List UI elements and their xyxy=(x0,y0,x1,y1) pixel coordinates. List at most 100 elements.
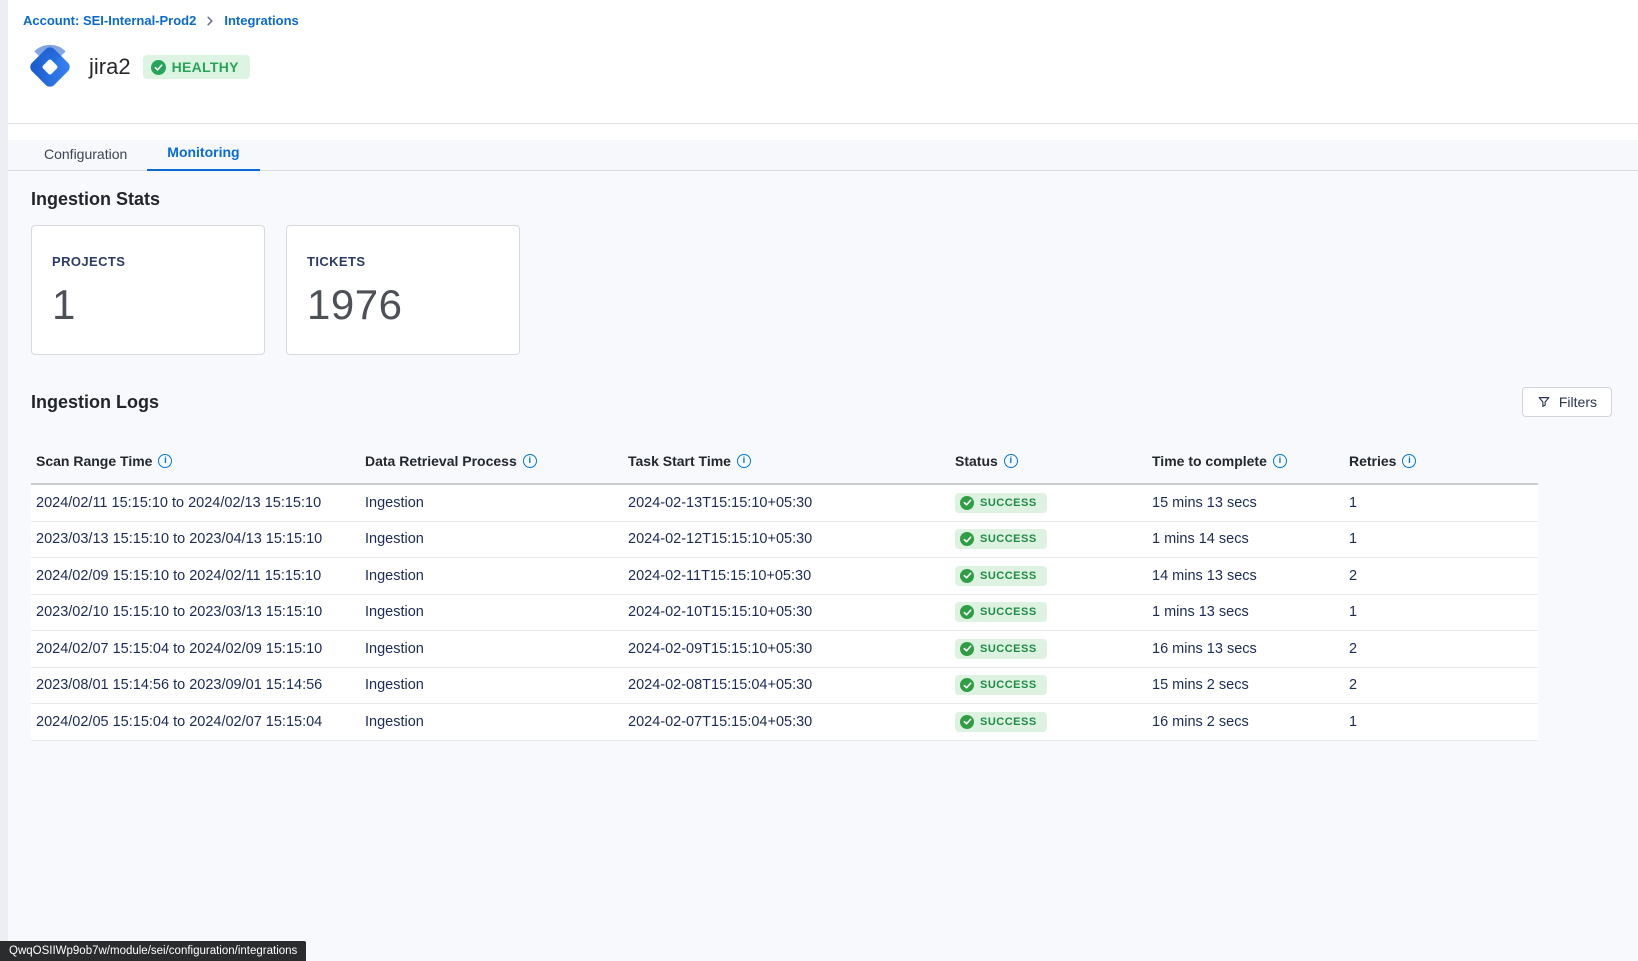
cell-retries: 1 xyxy=(1344,714,1538,730)
cell-task-start-time: 2024-02-11T15:15:10+05:30 xyxy=(623,568,950,584)
status-badge: SUCCESS xyxy=(955,493,1047,513)
main-content: Ingestion Stats PROJECTS 1 TICKETS 1976 … xyxy=(0,171,1638,741)
table-row[interactable]: 2024/02/07 15:15:04 to 2024/02/09 15:15:… xyxy=(31,631,1538,668)
status-badge: SUCCESS xyxy=(955,712,1047,732)
cell-scan-range-time: 2023/03/13 15:15:10 to 2023/04/13 15:15:… xyxy=(31,531,360,547)
cell-retries: 1 xyxy=(1344,604,1538,620)
status-badge: SUCCESS xyxy=(955,529,1047,549)
cell-retries: 1 xyxy=(1344,495,1538,511)
table-row[interactable]: 2023/08/01 15:14:56 to 2023/09/01 15:14:… xyxy=(31,668,1538,705)
status-label: SUCCESS xyxy=(980,497,1037,509)
cell-data-retrieval-process: Ingestion xyxy=(360,641,623,657)
check-icon xyxy=(960,569,974,583)
cell-task-start-time: 2024-02-13T15:15:10+05:30 xyxy=(623,495,950,511)
page-header: Account: SEI-Internal-Prod2 Integrations xyxy=(0,0,1638,124)
column-header-label: Status xyxy=(955,453,998,469)
cell-time-to-complete: 16 mins 13 secs xyxy=(1147,641,1344,657)
cell-data-retrieval-process: Ingestion xyxy=(360,677,623,693)
table-body: 2024/02/11 15:15:10 to 2024/02/13 15:15:… xyxy=(31,483,1538,741)
cell-data-retrieval-process: Ingestion xyxy=(360,495,623,511)
status-badge: SUCCESS xyxy=(955,566,1047,586)
status-label: SUCCESS xyxy=(980,570,1037,582)
cell-data-retrieval-process: Ingestion xyxy=(360,604,623,620)
cell-retries: 2 xyxy=(1344,641,1538,657)
table-row[interactable]: 2024/02/11 15:15:10 to 2024/02/13 15:15:… xyxy=(31,485,1538,522)
stat-card-label: TICKETS xyxy=(307,254,499,269)
table-row[interactable]: 2024/02/05 15:15:04 to 2024/02/07 15:15:… xyxy=(31,704,1538,741)
statusbar-url-tooltip: QwqOSIIWp9ob7w/module/sei/configuration/… xyxy=(0,941,306,961)
column-header-label: Time to complete xyxy=(1152,453,1267,469)
table-row[interactable]: 2023/02/10 15:15:10 to 2023/03/13 15:15:… xyxy=(31,595,1538,632)
cell-task-start-time: 2024-02-09T15:15:10+05:30 xyxy=(623,641,950,657)
left-edge-stripe xyxy=(0,0,8,961)
table-row[interactable]: 2023/03/13 15:15:10 to 2023/04/13 15:15:… xyxy=(31,522,1538,559)
info-icon[interactable]: i xyxy=(523,454,537,468)
table-row[interactable]: 2024/02/09 15:15:10 to 2024/02/11 15:15:… xyxy=(31,558,1538,595)
status-label: SUCCESS xyxy=(980,606,1037,618)
info-icon[interactable]: i xyxy=(737,454,751,468)
cell-data-retrieval-process: Ingestion xyxy=(360,714,623,730)
status-label: SUCCESS xyxy=(980,643,1037,655)
check-icon xyxy=(151,60,166,75)
cell-status: SUCCESS xyxy=(950,639,1147,659)
stat-card-label: PROJECTS xyxy=(52,254,244,269)
cell-task-start-time: 2024-02-08T15:15:04+05:30 xyxy=(623,677,950,693)
info-icon[interactable]: i xyxy=(158,454,172,468)
check-icon xyxy=(960,678,974,692)
cell-scan-range-time: 2023/08/01 15:14:56 to 2023/09/01 15:14:… xyxy=(31,677,360,693)
cell-status: SUCCESS xyxy=(950,566,1147,586)
column-header-label: Retries xyxy=(1349,453,1396,469)
filters-button-label: Filters xyxy=(1559,394,1597,410)
cell-time-to-complete: 15 mins 2 secs xyxy=(1147,677,1344,693)
info-icon[interactable]: i xyxy=(1004,454,1018,468)
status-badge: SUCCESS xyxy=(955,639,1047,659)
column-header-label: Scan Range Time xyxy=(36,453,152,469)
cell-task-start-time: 2024-02-12T15:15:10+05:30 xyxy=(623,531,950,547)
tab-monitoring[interactable]: Monitoring xyxy=(147,138,259,171)
breadcrumb-account-link[interactable]: Account: SEI-Internal-Prod2 xyxy=(23,13,196,28)
cell-time-to-complete: 14 mins 13 secs xyxy=(1147,568,1344,584)
column-header-status[interactable]: Status i xyxy=(950,453,1147,469)
info-icon[interactable]: i xyxy=(1273,454,1287,468)
status-badge: SUCCESS xyxy=(955,602,1047,622)
health-status-label: HEALTHY xyxy=(172,59,239,75)
status-label: SUCCESS xyxy=(980,679,1037,691)
info-icon[interactable]: i xyxy=(1402,454,1416,468)
health-status-badge: HEALTHY xyxy=(143,55,250,79)
column-header-task-start-time[interactable]: Task Start Time i xyxy=(623,453,950,469)
cell-scan-range-time: 2024/02/09 15:15:10 to 2024/02/11 15:15:… xyxy=(31,568,360,584)
column-header-retries[interactable]: Retries i xyxy=(1344,453,1538,469)
check-icon xyxy=(960,605,974,619)
check-icon xyxy=(960,532,974,546)
check-icon xyxy=(960,496,974,510)
stat-card-value: 1 xyxy=(52,281,244,329)
tab-configuration[interactable]: Configuration xyxy=(24,140,147,171)
column-header-data-retrieval-process[interactable]: Data Retrieval Process i xyxy=(360,453,623,469)
ingestion-logs-table: Scan Range Time i Data Retrieval Process… xyxy=(31,439,1538,741)
filters-button[interactable]: Filters xyxy=(1522,387,1612,417)
cell-retries: 2 xyxy=(1344,568,1538,584)
status-badge: SUCCESS xyxy=(955,675,1047,695)
cell-status: SUCCESS xyxy=(950,602,1147,622)
cell-status: SUCCESS xyxy=(950,493,1147,513)
cell-status: SUCCESS xyxy=(950,712,1147,732)
cell-time-to-complete: 1 mins 13 secs xyxy=(1147,604,1344,620)
cell-scan-range-time: 2023/02/10 15:15:10 to 2023/03/13 15:15:… xyxy=(31,604,360,620)
column-header-label: Data Retrieval Process xyxy=(365,453,517,469)
cell-task-start-time: 2024-02-10T15:15:10+05:30 xyxy=(623,604,950,620)
stats-cards-row: PROJECTS 1 TICKETS 1976 xyxy=(31,225,1538,355)
cell-time-to-complete: 1 mins 14 secs xyxy=(1147,531,1344,547)
check-icon xyxy=(960,642,974,656)
breadcrumb-integrations-link[interactable]: Integrations xyxy=(224,13,298,28)
column-header-time-to-complete[interactable]: Time to complete i xyxy=(1147,453,1344,469)
cell-status: SUCCESS xyxy=(950,675,1147,695)
stat-card-value: 1976 xyxy=(307,281,499,329)
cell-time-to-complete: 16 mins 2 secs xyxy=(1147,714,1344,730)
cell-scan-range-time: 2024/02/05 15:15:04 to 2024/02/07 15:15:… xyxy=(31,714,360,730)
cell-scan-range-time: 2024/02/11 15:15:10 to 2024/02/13 15:15:… xyxy=(31,495,360,511)
stat-card-projects: PROJECTS 1 xyxy=(31,225,265,355)
column-header-scan-range-time[interactable]: Scan Range Time i xyxy=(31,453,360,469)
ingestion-stats-heading: Ingestion Stats xyxy=(31,189,1538,210)
cell-status: SUCCESS xyxy=(950,529,1147,549)
table-header-row: Scan Range Time i Data Retrieval Process… xyxy=(31,439,1538,483)
